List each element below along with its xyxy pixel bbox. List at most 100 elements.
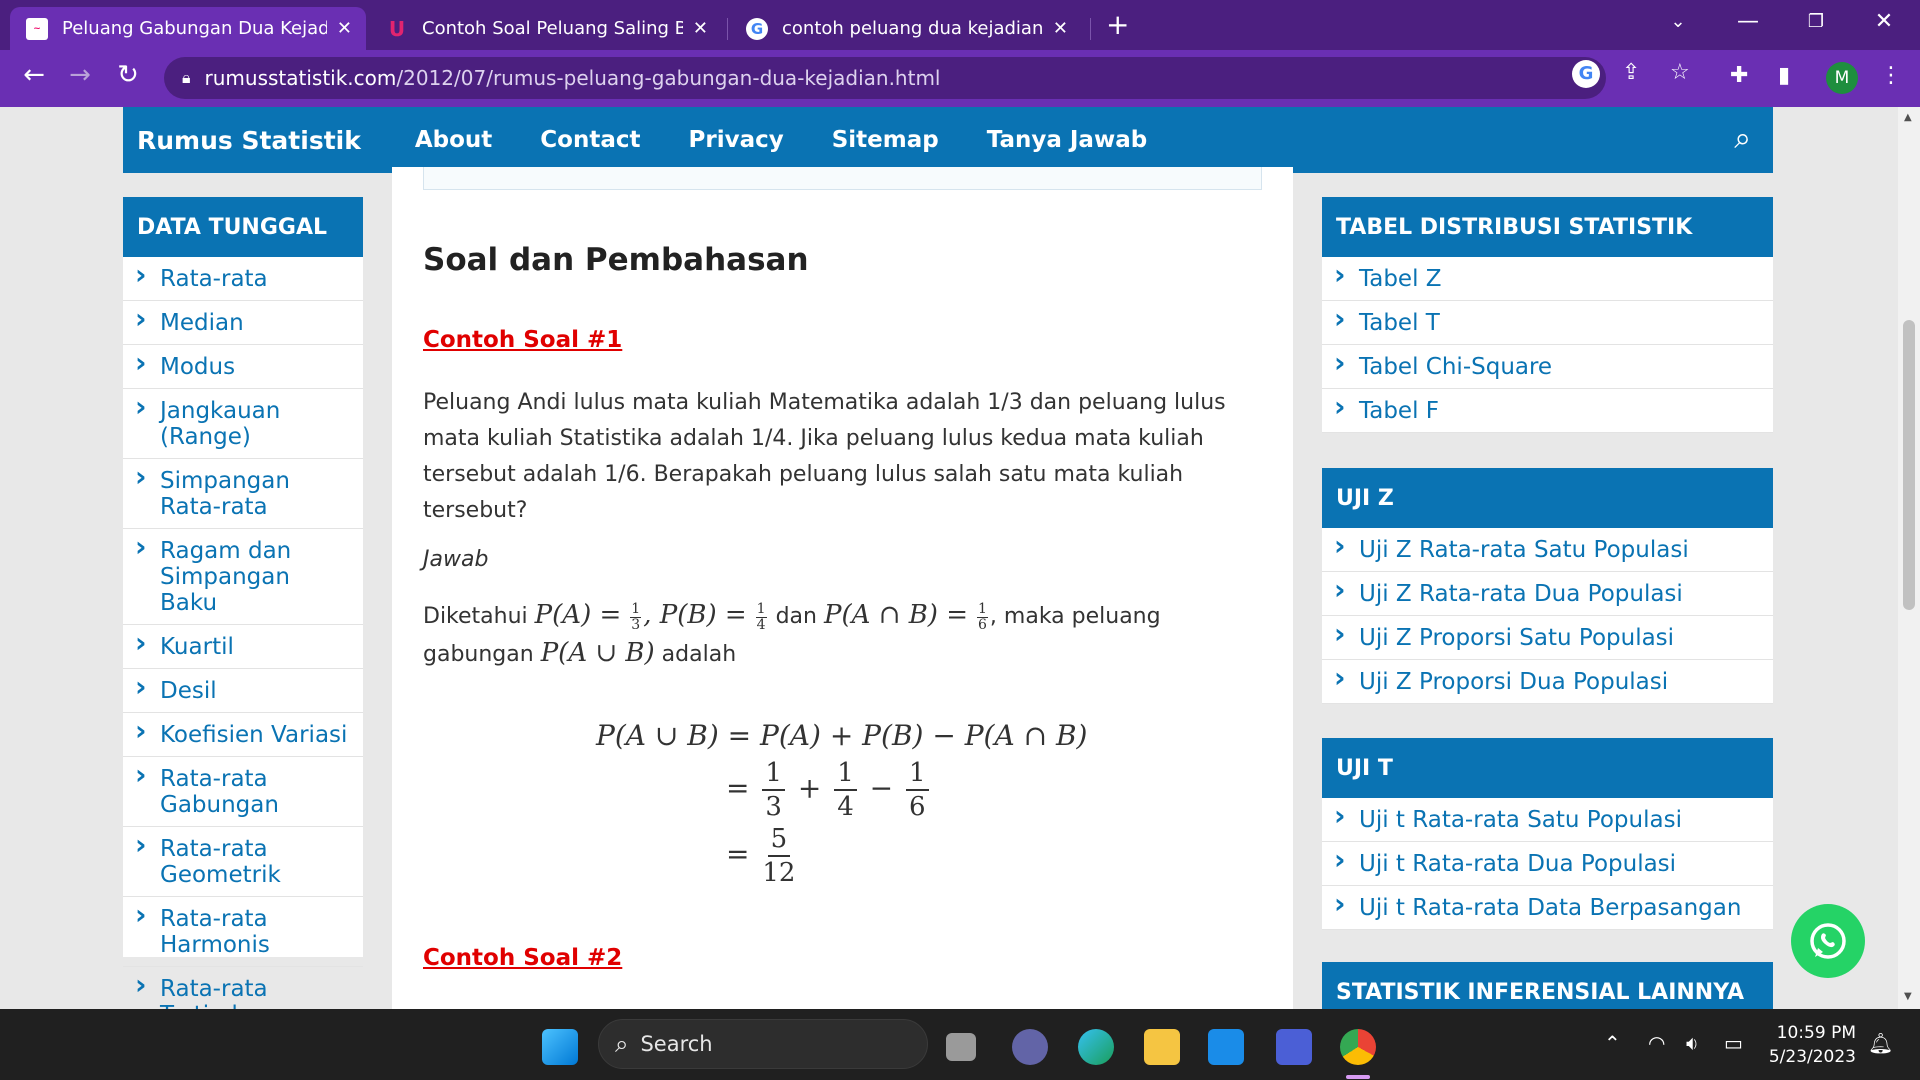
sidebar-item-rata-rata-harmonis[interactable]: Rata-rata Harmonis	[123, 897, 363, 967]
section-heading: Soal dan Pembahasan	[423, 242, 809, 278]
sidebar-item-rata-rata-tertimbang[interactable]: Rata-rata Tertimbang	[123, 967, 363, 1009]
notification-icon[interactable]: 🔔︎	[1868, 1031, 1893, 1055]
fraction: 13	[762, 757, 785, 823]
widget-heading: UJI T	[1322, 738, 1773, 798]
tab-separator	[1090, 18, 1091, 40]
fraction: 13	[630, 600, 642, 633]
widget-item[interactable]: Uji Z Rata-rata Dua Populasi	[1322, 572, 1773, 616]
edge-browser-icon[interactable]	[1078, 1029, 1114, 1065]
minimize-icon[interactable]: —	[1718, 0, 1778, 42]
new-tab-icon[interactable]: +	[1106, 8, 1129, 41]
page-scrollbar[interactable]: ▲ ▼	[1898, 107, 1920, 1009]
numerator: 5	[767, 823, 791, 857]
widget-item-tabel-chi-square[interactable]: Tabel Chi-Square	[1322, 345, 1773, 389]
widget-item[interactable]: Uji Z Proporsi Dua Populasi	[1322, 660, 1773, 704]
widget-uji-z: UJI Z Uji Z Rata-rata Satu Populasi Uji …	[1322, 468, 1773, 704]
teams-chat-icon[interactable]	[1012, 1029, 1048, 1065]
url-host: rumusstatistik.com	[204, 66, 397, 90]
back-arrow-icon[interactable]: ←	[16, 60, 52, 90]
side-panel-icon[interactable]: ▮	[1778, 63, 1790, 88]
widget-tabel-distribusi: TABEL DISTRIBUSI STATISTIK Tabel Z Tabel…	[1322, 197, 1773, 433]
nav-sitemap[interactable]: Sitemap	[832, 127, 939, 153]
example-1-heading[interactable]: Contoh Soal #1	[423, 327, 622, 353]
sidebar-item-rata-rata[interactable]: Rata-rata	[123, 257, 363, 301]
google-lens-icon[interactable]: G	[1572, 60, 1600, 88]
widget-statistik-inferensial: STATISTIK INFERENSIAL LAINNYA	[1322, 962, 1773, 1009]
given-text: Diketahui P(A) = 13, P(B) = 14 dan P(A ∩…	[423, 597, 1283, 673]
profile-avatar[interactable]: M	[1826, 62, 1858, 94]
sidebar-item-modus[interactable]: Modus	[123, 345, 363, 389]
fraction: 16	[977, 601, 988, 633]
widget-item-tabel-f[interactable]: Tabel F	[1322, 389, 1773, 433]
bookmark-star-icon[interactable]: ☆	[1670, 60, 1690, 85]
volume-icon[interactable]: 🔉︎	[1686, 1031, 1699, 1055]
taskbar-search-box[interactable]: ⌕ Search	[598, 1019, 928, 1069]
sidebar-item-jangkauan[interactable]: Jangkauan (Range)	[123, 389, 363, 459]
equation-line-1: P(A ∪ B) = P(A) + P(B) − P(A ∩ B)	[596, 719, 1088, 752]
nav-contact[interactable]: Contact	[540, 127, 640, 153]
sidebar-item-desil[interactable]: Desil	[123, 669, 363, 713]
widget-item[interactable]: Uji t Rata-rata Dua Populasi	[1322, 842, 1773, 886]
address-bar[interactable]: 🔒︎ rumusstatistik.com/2012/07/rumus-pelu…	[164, 57, 1606, 99]
whatsapp-icon[interactable]	[1791, 904, 1865, 978]
sidebar-item-kuartil[interactable]: Kuartil	[123, 625, 363, 669]
numerator: 1	[630, 600, 642, 618]
sidebar-item-simpangan-rata-rata[interactable]: Simpangan Rata-rata	[123, 459, 363, 529]
windows-start-icon[interactable]	[542, 1029, 578, 1065]
scrollbar-thumb[interactable]	[1903, 320, 1915, 610]
active-app-indicator	[1346, 1075, 1370, 1079]
nav-tanya-jawab[interactable]: Tanya Jawab	[987, 127, 1147, 153]
sidebar-item-rata-rata-gabungan[interactable]: Rata-rata Gabungan	[123, 757, 363, 827]
widget-item-tabel-z[interactable]: Tabel Z	[1322, 257, 1773, 301]
equation-line-3: = 5 12	[726, 823, 799, 889]
widget-item[interactable]: Uji t Rata-rata Satu Populasi	[1322, 798, 1773, 842]
whiteboard-app-icon[interactable]	[1276, 1029, 1312, 1065]
widget-item-tabel-t[interactable]: Tabel T	[1322, 301, 1773, 345]
close-icon[interactable]: ✕	[1053, 18, 1068, 39]
search-icon: ⌕	[615, 1030, 629, 1058]
widget-item[interactable]: Uji Z Proporsi Satu Populasi	[1322, 616, 1773, 660]
tab-search-chevron-icon[interactable]: ⌄	[1648, 0, 1708, 42]
kebab-menu-icon[interactable]: ⋮	[1880, 63, 1902, 88]
sidebar-item-ragam[interactable]: Ragam dan Simpangan Baku	[123, 529, 363, 625]
widget-uji-t: UJI T Uji t Rata-rata Satu Populasi Uji …	[1322, 738, 1773, 930]
close-icon[interactable]: ✕	[693, 18, 708, 39]
nav-privacy[interactable]: Privacy	[689, 127, 784, 153]
scroll-up-arrow-icon[interactable]: ▲	[1904, 112, 1912, 123]
close-icon[interactable]: ✕	[337, 18, 352, 39]
tab-inactive[interactable]: G contoh peluang dua kejadian tid ✕	[730, 7, 1082, 50]
tab-title: contoh peluang dua kejadian tid	[782, 18, 1043, 39]
clock-time: 10:59 PM	[1776, 1023, 1856, 1043]
mail-icon[interactable]	[1208, 1029, 1244, 1065]
file-explorer-icon[interactable]	[1144, 1029, 1180, 1065]
sidebar-item-median[interactable]: Median	[123, 301, 363, 345]
wifi-icon[interactable]: ◠	[1648, 1031, 1665, 1055]
reload-icon[interactable]: ↻	[110, 60, 146, 90]
sidebar-item-rata-rata-geometrik[interactable]: Rata-rata Geometrik	[123, 827, 363, 897]
search-icon[interactable]: ⌕	[1734, 121, 1751, 156]
battery-icon[interactable]: ▭	[1724, 1031, 1743, 1055]
taskbar-clock[interactable]: 10:59 PM 5/23/2023	[1766, 1021, 1856, 1069]
nav-about[interactable]: About	[415, 127, 492, 153]
widget-item[interactable]: Uji t Rata-rata Data Berpasangan	[1322, 886, 1773, 930]
restore-icon[interactable]: ❐	[1786, 0, 1846, 42]
chrome-icon[interactable]	[1340, 1029, 1376, 1065]
sidebar-item-koefisien-variasi[interactable]: Koefisien Variasi	[123, 713, 363, 757]
extensions-puzzle-icon[interactable]: ✚	[1730, 63, 1748, 88]
widget-item[interactable]: Uji Z Rata-rata Satu Populasi	[1322, 528, 1773, 572]
task-view-icon[interactable]	[946, 1033, 976, 1061]
given-line2-prefix: gabungan	[423, 642, 534, 667]
given-suffix: , maka peluang	[989, 604, 1161, 629]
close-window-icon[interactable]: ✕	[1854, 0, 1914, 42]
tab-title: Contoh Soal Peluang Saling Beba	[422, 18, 683, 39]
tab-inactive[interactable]: U Contoh Soal Peluang Saling Beba ✕	[370, 7, 722, 50]
tab-active[interactable]: ~ Peluang Gabungan Dua Kejadian ✕	[10, 7, 366, 50]
scroll-down-arrow-icon[interactable]: ▼	[1904, 991, 1912, 1002]
chevron-up-icon[interactable]: ⌃	[1604, 1031, 1621, 1055]
share-icon[interactable]: ⇪	[1622, 60, 1640, 85]
forward-arrow-icon[interactable]: →	[62, 60, 98, 90]
example-2-heading[interactable]: Contoh Soal #2	[423, 945, 622, 971]
denominator: 3	[631, 616, 641, 633]
site-brand[interactable]: Rumus Statistik	[137, 126, 361, 155]
denominator: 4	[756, 616, 766, 633]
